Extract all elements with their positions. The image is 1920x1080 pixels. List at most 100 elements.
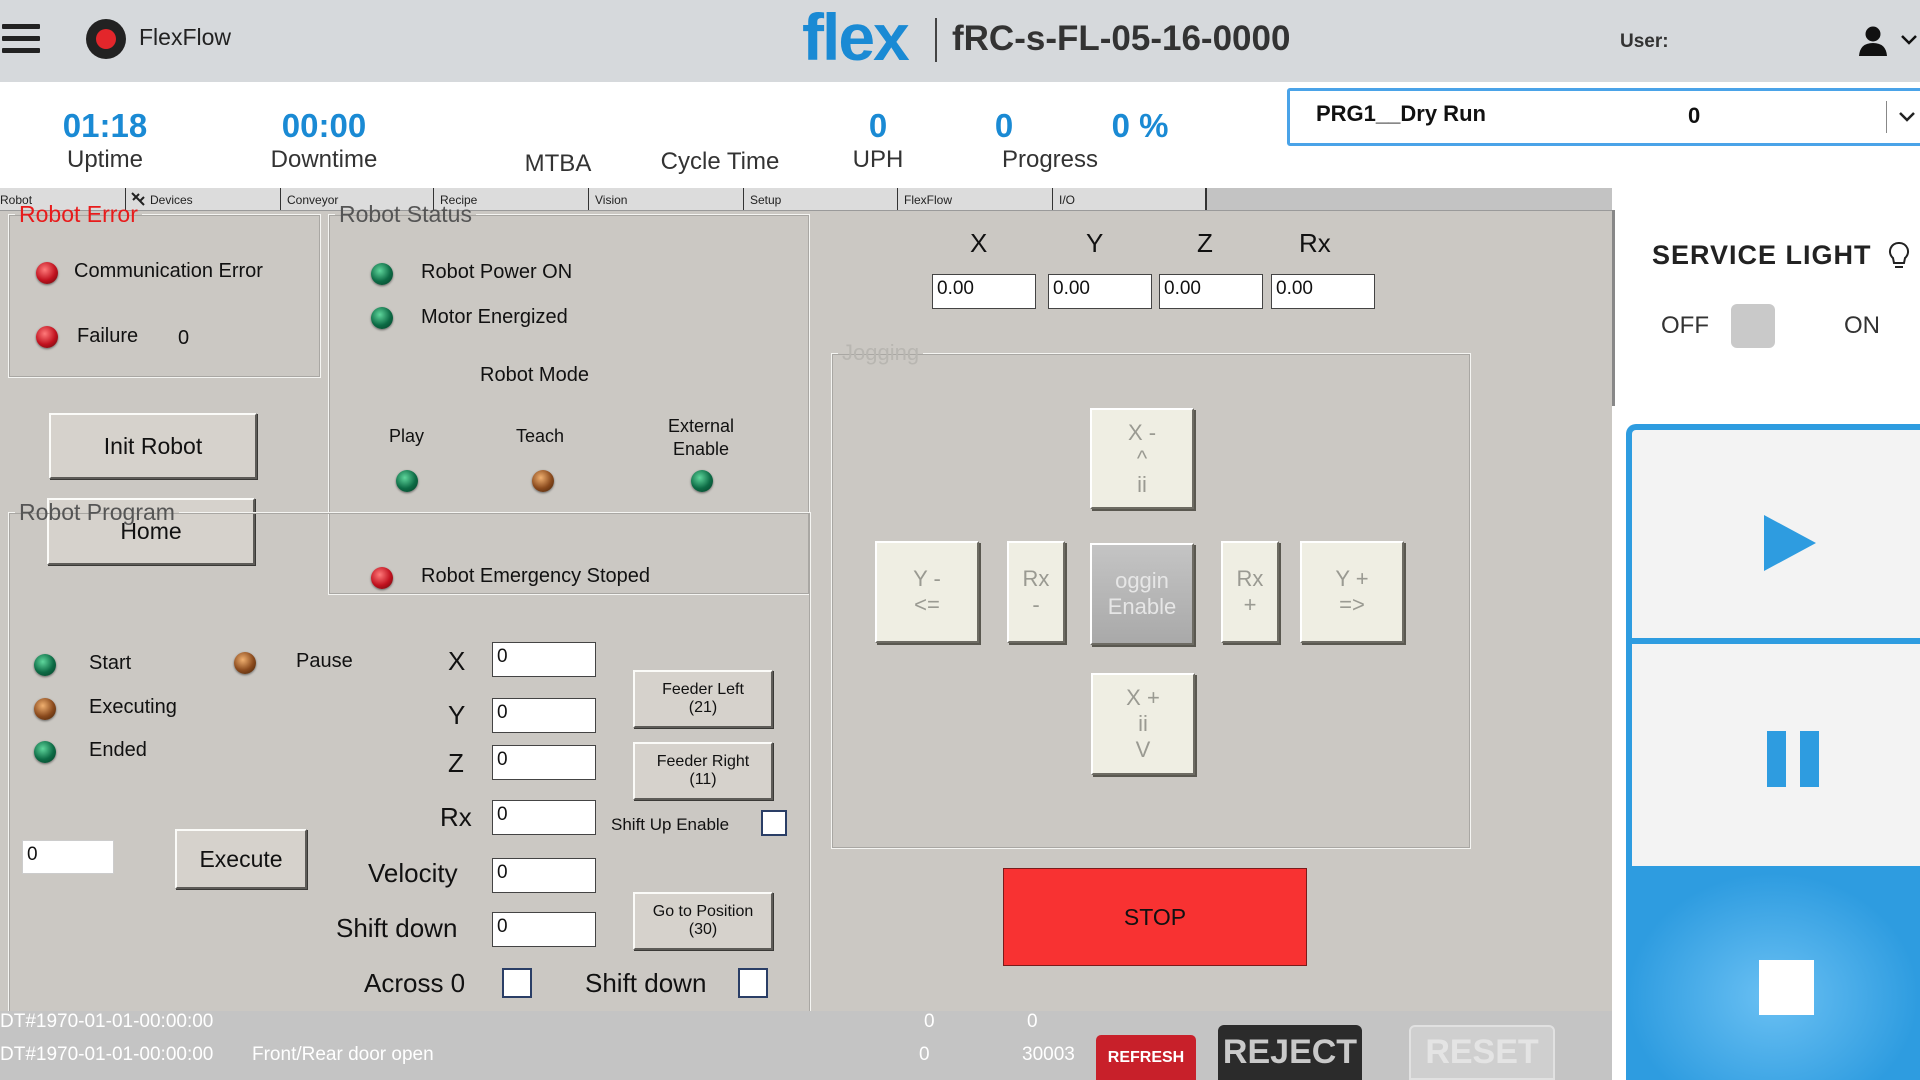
play-button[interactable] [1626,424,1920,644]
program-y-label: Y [448,700,466,730]
uptime-label: Uptime [66,146,144,173]
init-robot-button[interactable]: Init Robot [49,413,257,479]
pos-z-value: 0.00 [1159,274,1263,309]
program-select-count: 0 [1688,103,1701,128]
failure-led [36,326,58,348]
cycle-time-label: Cycle Time [660,148,780,175]
program-x-label: X [448,646,466,676]
program-start-led [34,654,56,676]
stop-button[interactable]: STOP [1003,868,1307,966]
jog-x-plus-button[interactable]: X + ii V [1091,673,1195,775]
panel-edge [1612,210,1615,406]
pos-x-label: X [970,228,988,258]
jog-rx-plus-button[interactable]: Rx + [1221,541,1279,643]
jog-x-minus-arrow: ^ [1136,445,1148,471]
service-light-toggle[interactable] [1731,304,1775,348]
shift-down-input[interactable]: 0 [492,912,596,947]
jog-y-minus-label: Y - [913,566,941,591]
pause-button[interactable] [1626,644,1920,872]
motor-energized-led [371,307,393,329]
robot-error-group: Robot Error [8,201,321,378]
mtba-label: MTBA [524,150,592,177]
shift-down-checkbox[interactable] [738,968,768,998]
user-icon[interactable] [1856,24,1890,58]
jog-x-plus-glyph: ii [1138,711,1148,736]
event-2-time: DT#1970-01-01-00:00:00 [0,1044,214,1065]
shift-down-check-label: Shift down [585,968,707,998]
mode-external-label-2: Enable [672,439,730,459]
event-2-count-a: 0 [919,1044,930,1065]
uph-value: 0 [868,107,888,144]
robot-power-led [371,263,393,285]
play-icon [1764,515,1816,571]
event-2-message: Front/Rear door open [252,1044,434,1065]
refresh-button[interactable]: REFRESH [1096,1035,1196,1080]
program-select-name: PRG1__Dry Run [1316,101,1486,126]
status-bar: DT#1970-01-01-00:00:00 0 0 DT#1970-01-01… [0,1011,1612,1080]
failure-label: Failure [77,325,139,347]
jog-enable-button[interactable]: oggin Enable [1090,543,1194,645]
robot-mode-title: Robot Mode [480,364,589,386]
jog-x-plus-arrow: V [1135,737,1151,762]
goto-position-button[interactable]: Go to Position (30) [633,892,773,950]
jog-x-minus-button[interactable]: X - ^ ii [1090,408,1194,509]
service-light-title: SERVICE LIGHT [1652,240,1872,270]
program-select[interactable]: PRG1__Dry Run 0 [1287,88,1920,146]
app-header: FlexFlow flex fRC-s-FL-05-16-0000 User: [0,0,1920,82]
jog-enable-label-2: Enable [1107,594,1177,619]
communication-error-led [36,262,58,284]
event-1-count-a: 0 [924,1011,935,1032]
reset-button[interactable]: RESET [1409,1025,1555,1080]
program-z-input[interactable]: 0 [492,745,596,780]
shift-up-enable-label: Shift Up Enable [611,815,730,834]
feeder-right-button[interactable]: Feeder Right (11) [633,742,773,800]
program-rx-label: Rx [440,802,472,832]
program-ended-led [34,741,56,763]
stop-square-button[interactable] [1626,872,1920,1080]
velocity-input[interactable]: 0 [492,858,596,893]
service-light-on-label: ON [1844,312,1880,339]
shift-down-label: Shift down [336,913,458,943]
program-pause-label: Pause [296,650,353,672]
program-rx-input[interactable]: 0 [492,800,596,835]
pos-rx-label: Rx [1299,228,1331,258]
motor-energized-label: Motor Energized [421,306,568,328]
shift-up-enable-checkbox[interactable] [761,810,787,836]
execute-button[interactable]: Execute [175,829,307,889]
jog-enable-label-1: oggin [1115,568,1169,593]
jog-y-minus-arrow: <= [914,592,940,617]
tab-io[interactable]: I/O [1052,188,1207,210]
communication-error-label: Communication Error [74,260,263,282]
feeder-right-label: Feeder Right [656,753,750,770]
failure-count: 0 [178,327,190,349]
service-light-off-label: OFF [1661,312,1709,339]
jog-rx-minus-button[interactable]: Rx - [1007,541,1065,643]
tab-flexflow[interactable]: FlexFlow [897,188,1052,210]
jog-x-minus-glyph: ii [1137,471,1147,497]
program-x-input[interactable]: 0 [492,642,596,677]
chevron-down-icon[interactable] [1900,34,1918,46]
pos-z-label: Z [1197,228,1213,258]
goto-position-label: Go to Position [652,903,754,920]
jog-x-minus-label: X - [1127,419,1157,445]
hamburger-menu-icon[interactable] [2,24,40,60]
user-label: User: [1620,31,1669,52]
jog-y-plus-button[interactable]: Y + => [1300,541,1404,643]
program-y-input[interactable]: 0 [492,698,596,733]
reject-button[interactable]: REJECT [1218,1025,1362,1080]
mode-play-led [396,470,418,492]
feeder-left-button[interactable]: Feeder Left (21) [633,670,773,728]
chevron-down-icon[interactable] [1898,111,1916,123]
jog-rx-minus-sign: - [1032,592,1040,617]
jog-y-minus-button[interactable]: Y - <= [875,541,979,643]
program-number-input[interactable]: 0 [22,840,114,874]
progress-value: 0 [994,107,1014,144]
robot-panel: Robot Error Communication Error Failure … [0,201,1612,1020]
uph-label: UPH [852,146,904,173]
program-executing-label: Executing [89,696,177,718]
pos-y-value: 0.00 [1048,274,1152,309]
robot-status-title: Robot Status [339,201,472,227]
across-0-checkbox[interactable] [502,968,532,998]
uptime-value: 01:18 [62,107,148,144]
lightbulb-icon [1888,242,1910,268]
